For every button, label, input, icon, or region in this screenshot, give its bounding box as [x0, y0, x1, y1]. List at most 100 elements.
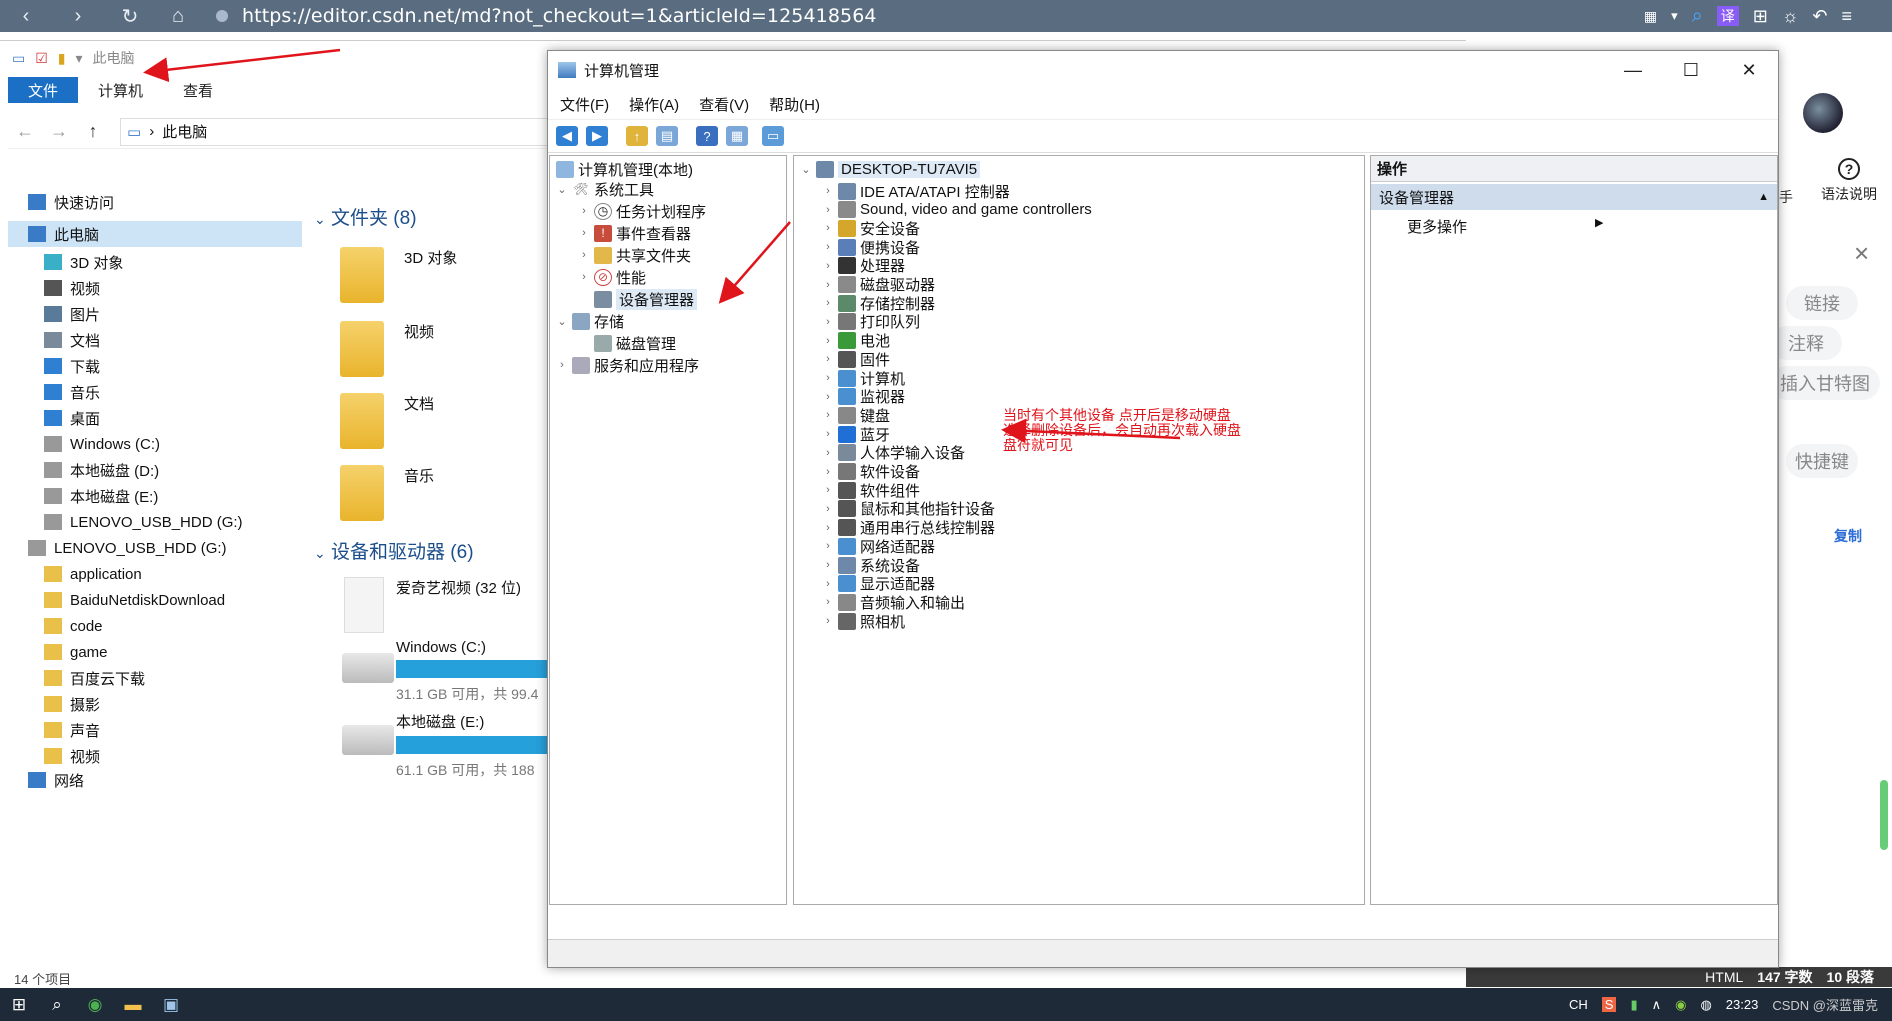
app-tray-icon[interactable]: ◉ — [1675, 997, 1686, 1013]
translate-icon[interactable]: 译 — [1716, 6, 1739, 26]
chevron-right-icon[interactable]: › — [820, 578, 836, 590]
chevron-right-icon[interactable]: › — [820, 260, 836, 272]
site-info-icon[interactable] — [216, 10, 228, 22]
tab-file[interactable]: 文件 — [8, 77, 79, 103]
back-icon[interactable]: ◀ — [556, 126, 578, 146]
sidebar-item[interactable]: 下载 — [8, 353, 302, 379]
sidebar-item[interactable]: BaiduNetdiskDownload — [8, 587, 302, 613]
close-icon[interactable]: × — [1854, 238, 1869, 269]
sidebar-item[interactable]: LENOVO_USB_HDD (G:) — [8, 509, 302, 535]
chevron-right-icon[interactable]: › — [820, 185, 836, 197]
url-text[interactable]: https://editor.csdn.net/md?not_checkout=… — [242, 5, 877, 27]
show-tree-icon[interactable]: ▤ — [656, 126, 678, 146]
tree-services[interactable]: › 服务和应用程序 — [554, 354, 699, 376]
address-bar[interactable]: https://editor.csdn.net/md?not_checkout=… — [216, 5, 877, 27]
title-bar[interactable]: 计算机管理 — ☐ ✕ — [548, 51, 1778, 89]
brightness-icon[interactable]: ☼ — [1782, 6, 1799, 27]
chevron-right-icon[interactable]: › — [820, 279, 836, 291]
search-icon[interactable]: ⌕ — [38, 988, 76, 1021]
tree-shared-folders[interactable]: › 共享文件夹 — [576, 244, 691, 266]
undo-icon[interactable]: ↶ — [1812, 6, 1827, 27]
menu-action[interactable]: 操作(A) — [629, 94, 679, 115]
qr-icon[interactable]: ▦ — [1644, 8, 1657, 25]
maximize-button[interactable]: ☐ — [1662, 51, 1720, 89]
menu-file[interactable]: 文件(F) — [560, 94, 609, 115]
reload-icon[interactable]: ↻ — [116, 4, 144, 28]
tab-view[interactable]: 查看 — [163, 77, 233, 103]
drives-section-header[interactable]: ⌄ 设备和驱动器 (6) — [314, 537, 474, 564]
sidebar-item[interactable]: 3D 对象 — [8, 249, 302, 275]
new-folder-icon[interactable]: ▮ — [58, 50, 66, 67]
back-icon[interactable]: ← — [8, 121, 42, 142]
sidebar-item[interactable]: 此电脑 — [8, 221, 302, 247]
close-button[interactable]: ✕ — [1720, 51, 1778, 89]
scrollbar[interactable] — [1880, 780, 1888, 850]
forward-icon[interactable]: › — [64, 4, 92, 28]
chevron-right-icon[interactable]: › — [554, 359, 570, 371]
chevron-right-icon[interactable]: › — [576, 249, 592, 261]
chevron-right-icon[interactable]: › — [820, 372, 836, 384]
tree-root[interactable]: 计算机管理(本地) — [554, 158, 693, 180]
sidebar-item[interactable]: 摄影 — [8, 691, 302, 717]
properties-icon[interactable]: ▦ — [726, 126, 748, 146]
tree-event-viewer[interactable]: ›! 事件查看器 — [576, 222, 691, 244]
dropdown-icon[interactable]: ▾ — [76, 50, 83, 67]
chevron-right-icon[interactable]: › — [820, 241, 836, 253]
device-computer-root[interactable]: ⌄ DESKTOP-TU7AVI5 — [798, 158, 981, 180]
ime-icon[interactable]: S — [1601, 997, 1617, 1012]
file-explorer-icon[interactable]: ▬ — [114, 988, 152, 1021]
folder-item[interactable]: 文档 — [340, 393, 434, 449]
sidebar-item[interactable]: Windows (C:) — [8, 431, 302, 457]
forward-icon[interactable]: ▶ — [586, 126, 608, 146]
chevron-right-icon[interactable]: › — [820, 447, 836, 459]
folder-item[interactable]: 音乐 — [340, 465, 434, 521]
search-icon[interactable]: ⌕ — [1692, 5, 1703, 28]
syntax-help-button[interactable]: ? 语法说明 — [1806, 158, 1892, 204]
chevron-right-icon[interactable]: › — [820, 204, 836, 216]
chevron-right-icon[interactable]: › — [820, 466, 836, 478]
sidebar-item[interactable]: 音乐 — [8, 379, 302, 405]
pill-link[interactable]: 链接 — [1786, 286, 1858, 320]
breadcrumb[interactable]: 此电脑 — [162, 121, 207, 142]
tree-disk-management[interactable]: 磁盘管理 — [592, 332, 676, 354]
input-language[interactable]: CH — [1569, 997, 1588, 1012]
sidebar-item[interactable]: 视频 — [8, 743, 302, 769]
monitor-icon[interactable]: ▭ — [762, 126, 784, 146]
pill-gantt[interactable]: 插入甘特图 — [1770, 366, 1880, 400]
sidebar-item[interactable]: 百度云下载 — [8, 665, 302, 691]
battery-icon[interactable]: ▮ — [1630, 997, 1637, 1013]
tree-storage[interactable]: ⌄ 存储 — [554, 310, 624, 332]
sidebar-item[interactable]: 文档 — [8, 327, 302, 353]
browser-icon[interactable]: ◉ — [76, 988, 114, 1021]
network-icon[interactable]: ◍ — [1700, 997, 1711, 1013]
more-actions[interactable]: 更多操作 — [1407, 216, 1467, 237]
chevron-right-icon[interactable]: › — [576, 227, 592, 239]
up-icon[interactable]: ↑ — [76, 121, 110, 142]
menu-view[interactable]: 查看(V) — [699, 94, 749, 115]
menu-icon[interactable]: ≡ — [1841, 6, 1852, 27]
folders-section-header[interactable]: ⌄ 文件夹 (8) — [314, 203, 417, 230]
menu-help[interactable]: 帮助(H) — [769, 94, 820, 115]
sidebar-item[interactable]: 桌面 — [8, 405, 302, 431]
chevron-down-icon[interactable]: ⌄ — [554, 315, 570, 328]
tree-device-manager[interactable]: 设备管理器 — [592, 288, 698, 310]
start-icon[interactable]: ⊞ — [0, 988, 38, 1021]
tab-computer[interactable]: 计算机 — [78, 77, 163, 103]
tree-system-tools[interactable]: ⌄ 🛠 系统工具 — [554, 178, 654, 200]
pill-shortcut[interactable]: 快捷键 — [1786, 444, 1858, 478]
sidebar-item[interactable]: code — [8, 613, 302, 639]
sidebar-item[interactable]: 本地磁盘 (E:) — [8, 483, 302, 509]
sidebar-item[interactable]: 网络 — [8, 767, 302, 793]
chevron-right-icon[interactable]: › — [820, 297, 836, 309]
chevron-right-icon[interactable]: › — [820, 409, 836, 421]
folder-item[interactable]: 视频 — [340, 321, 434, 377]
sidebar-item[interactable]: 图片 — [8, 301, 302, 327]
tree-task-scheduler[interactable]: › ◷ 任务计划程序 — [576, 200, 706, 222]
chevron-right-icon[interactable]: › — [820, 522, 836, 534]
chevron-right-icon[interactable]: › — [820, 615, 836, 627]
avatar[interactable] — [1803, 93, 1843, 133]
computer-management-icon[interactable]: ▣ — [152, 988, 190, 1021]
chevron-right-icon[interactable]: › — [820, 222, 836, 234]
copy-link[interactable]: 复制 — [1834, 526, 1862, 546]
chevron-right-icon[interactable]: › — [820, 391, 836, 403]
